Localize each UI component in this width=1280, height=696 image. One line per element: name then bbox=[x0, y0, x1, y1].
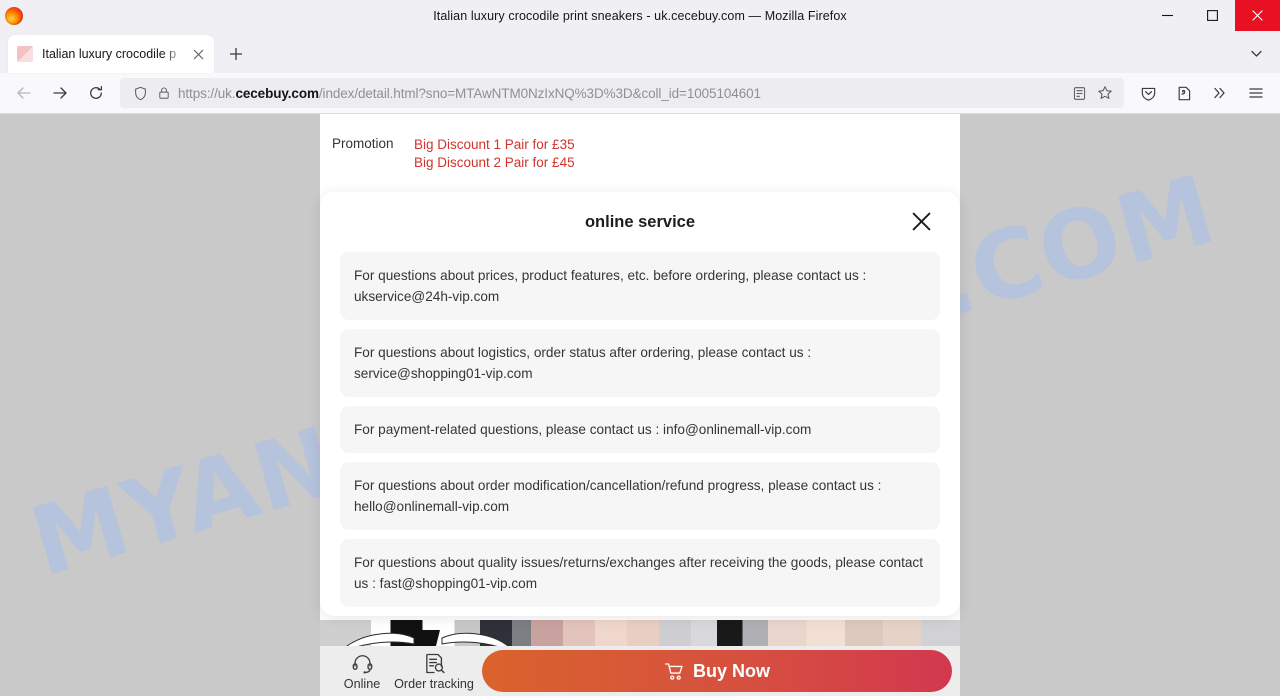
online-service-modal: online service For questions about price… bbox=[320, 192, 960, 616]
order-tracking-button[interactable]: Order tracking bbox=[394, 651, 474, 691]
promotion-lines: Big Discount 1 Pair for £35 Big Discount… bbox=[414, 136, 575, 172]
tab-title: Italian luxury crocodile p bbox=[42, 47, 177, 61]
navigation-toolbar: https://uk.cecebuy.com/index/detail.html… bbox=[0, 73, 1280, 114]
modal-close-icon[interactable] bbox=[904, 204, 938, 238]
tab-strip: Italian luxury crocodile p bbox=[0, 31, 1280, 73]
promotion-section: Promotion Big Discount 1 Pair for £35 Bi… bbox=[320, 136, 960, 172]
reader-mode-icon[interactable] bbox=[1069, 83, 1089, 103]
new-tab-button[interactable] bbox=[220, 38, 252, 70]
back-button[interactable] bbox=[8, 77, 40, 109]
close-window-button[interactable] bbox=[1235, 0, 1280, 31]
list-all-tabs-button[interactable] bbox=[1241, 38, 1271, 68]
shield-icon[interactable] bbox=[130, 83, 150, 103]
online-service-label: Online bbox=[343, 677, 381, 691]
url-text[interactable]: https://uk.cecebuy.com/index/detail.html… bbox=[178, 86, 1066, 101]
minimize-button[interactable] bbox=[1145, 0, 1190, 31]
modal-header: online service bbox=[340, 192, 940, 252]
window-title: Italian luxury crocodile print sneakers … bbox=[433, 8, 847, 23]
buy-now-label: Buy Now bbox=[692, 660, 770, 681]
order-tracking-label: Order tracking bbox=[394, 677, 474, 691]
faq-item-order-changes[interactable]: For questions about order modification/c… bbox=[340, 462, 940, 530]
order-tracking-icon bbox=[423, 651, 446, 675]
window-controls bbox=[1145, 0, 1280, 31]
faq-item-pricing[interactable]: For questions about prices, product feat… bbox=[340, 252, 940, 320]
buy-now-button[interactable]: Buy Now bbox=[482, 650, 952, 692]
maximize-button[interactable] bbox=[1190, 0, 1235, 31]
forward-button[interactable] bbox=[44, 77, 76, 109]
url-domain: cecebuy.com bbox=[235, 85, 319, 101]
faq-list: For questions about prices, product feat… bbox=[340, 252, 940, 607]
firefox-logo-icon bbox=[5, 6, 23, 25]
url-bar-actions bbox=[1066, 83, 1118, 103]
faq-item-payment[interactable]: For payment-related questions, please co… bbox=[340, 406, 940, 453]
modal-title: online service bbox=[584, 212, 696, 231]
reload-button[interactable] bbox=[80, 77, 112, 109]
bookmark-star-icon[interactable] bbox=[1095, 83, 1115, 103]
page-viewport: MYANTISPYWARE.COM Promotion Big Discount… bbox=[0, 114, 1280, 696]
hamburger-menu-button[interactable] bbox=[1240, 77, 1272, 109]
lock-icon[interactable] bbox=[154, 83, 174, 103]
url-prefix: https://uk. bbox=[178, 85, 236, 101]
shopping-cart-icon bbox=[664, 661, 685, 682]
online-service-button[interactable]: Online bbox=[326, 651, 398, 691]
pocket-save-button[interactable] bbox=[1132, 77, 1164, 109]
url-path: /index/detail.html?sno=MTAwNTM0NzIxNQ%3D… bbox=[318, 85, 761, 101]
extensions-button[interactable] bbox=[1168, 77, 1200, 109]
url-bar[interactable]: https://uk.cecebuy.com/index/detail.html… bbox=[120, 78, 1124, 108]
headset-icon bbox=[351, 651, 374, 675]
overflow-menu-button[interactable] bbox=[1204, 77, 1236, 109]
bottom-action-bar: Online Order tracking Buy Now bbox=[320, 646, 960, 696]
tab-favicon-icon bbox=[17, 46, 33, 62]
tab-close-icon[interactable] bbox=[188, 44, 208, 64]
tab-active[interactable]: Italian luxury crocodile p bbox=[8, 35, 214, 73]
promotion-line-2: Big Discount 2 Pair for £45 bbox=[414, 155, 575, 170]
faq-item-logistics[interactable]: For questions about logistics, order sta… bbox=[340, 329, 940, 397]
promotion-line-1: Big Discount 1 Pair for £35 bbox=[414, 137, 575, 152]
faq-item-quality[interactable]: For questions about quality issues/retur… bbox=[340, 539, 940, 607]
browser-window: Italian luxury crocodile print sneakers … bbox=[0, 0, 1280, 696]
title-bar: Italian luxury crocodile print sneakers … bbox=[0, 0, 1280, 31]
promotion-label: Promotion bbox=[332, 136, 394, 151]
